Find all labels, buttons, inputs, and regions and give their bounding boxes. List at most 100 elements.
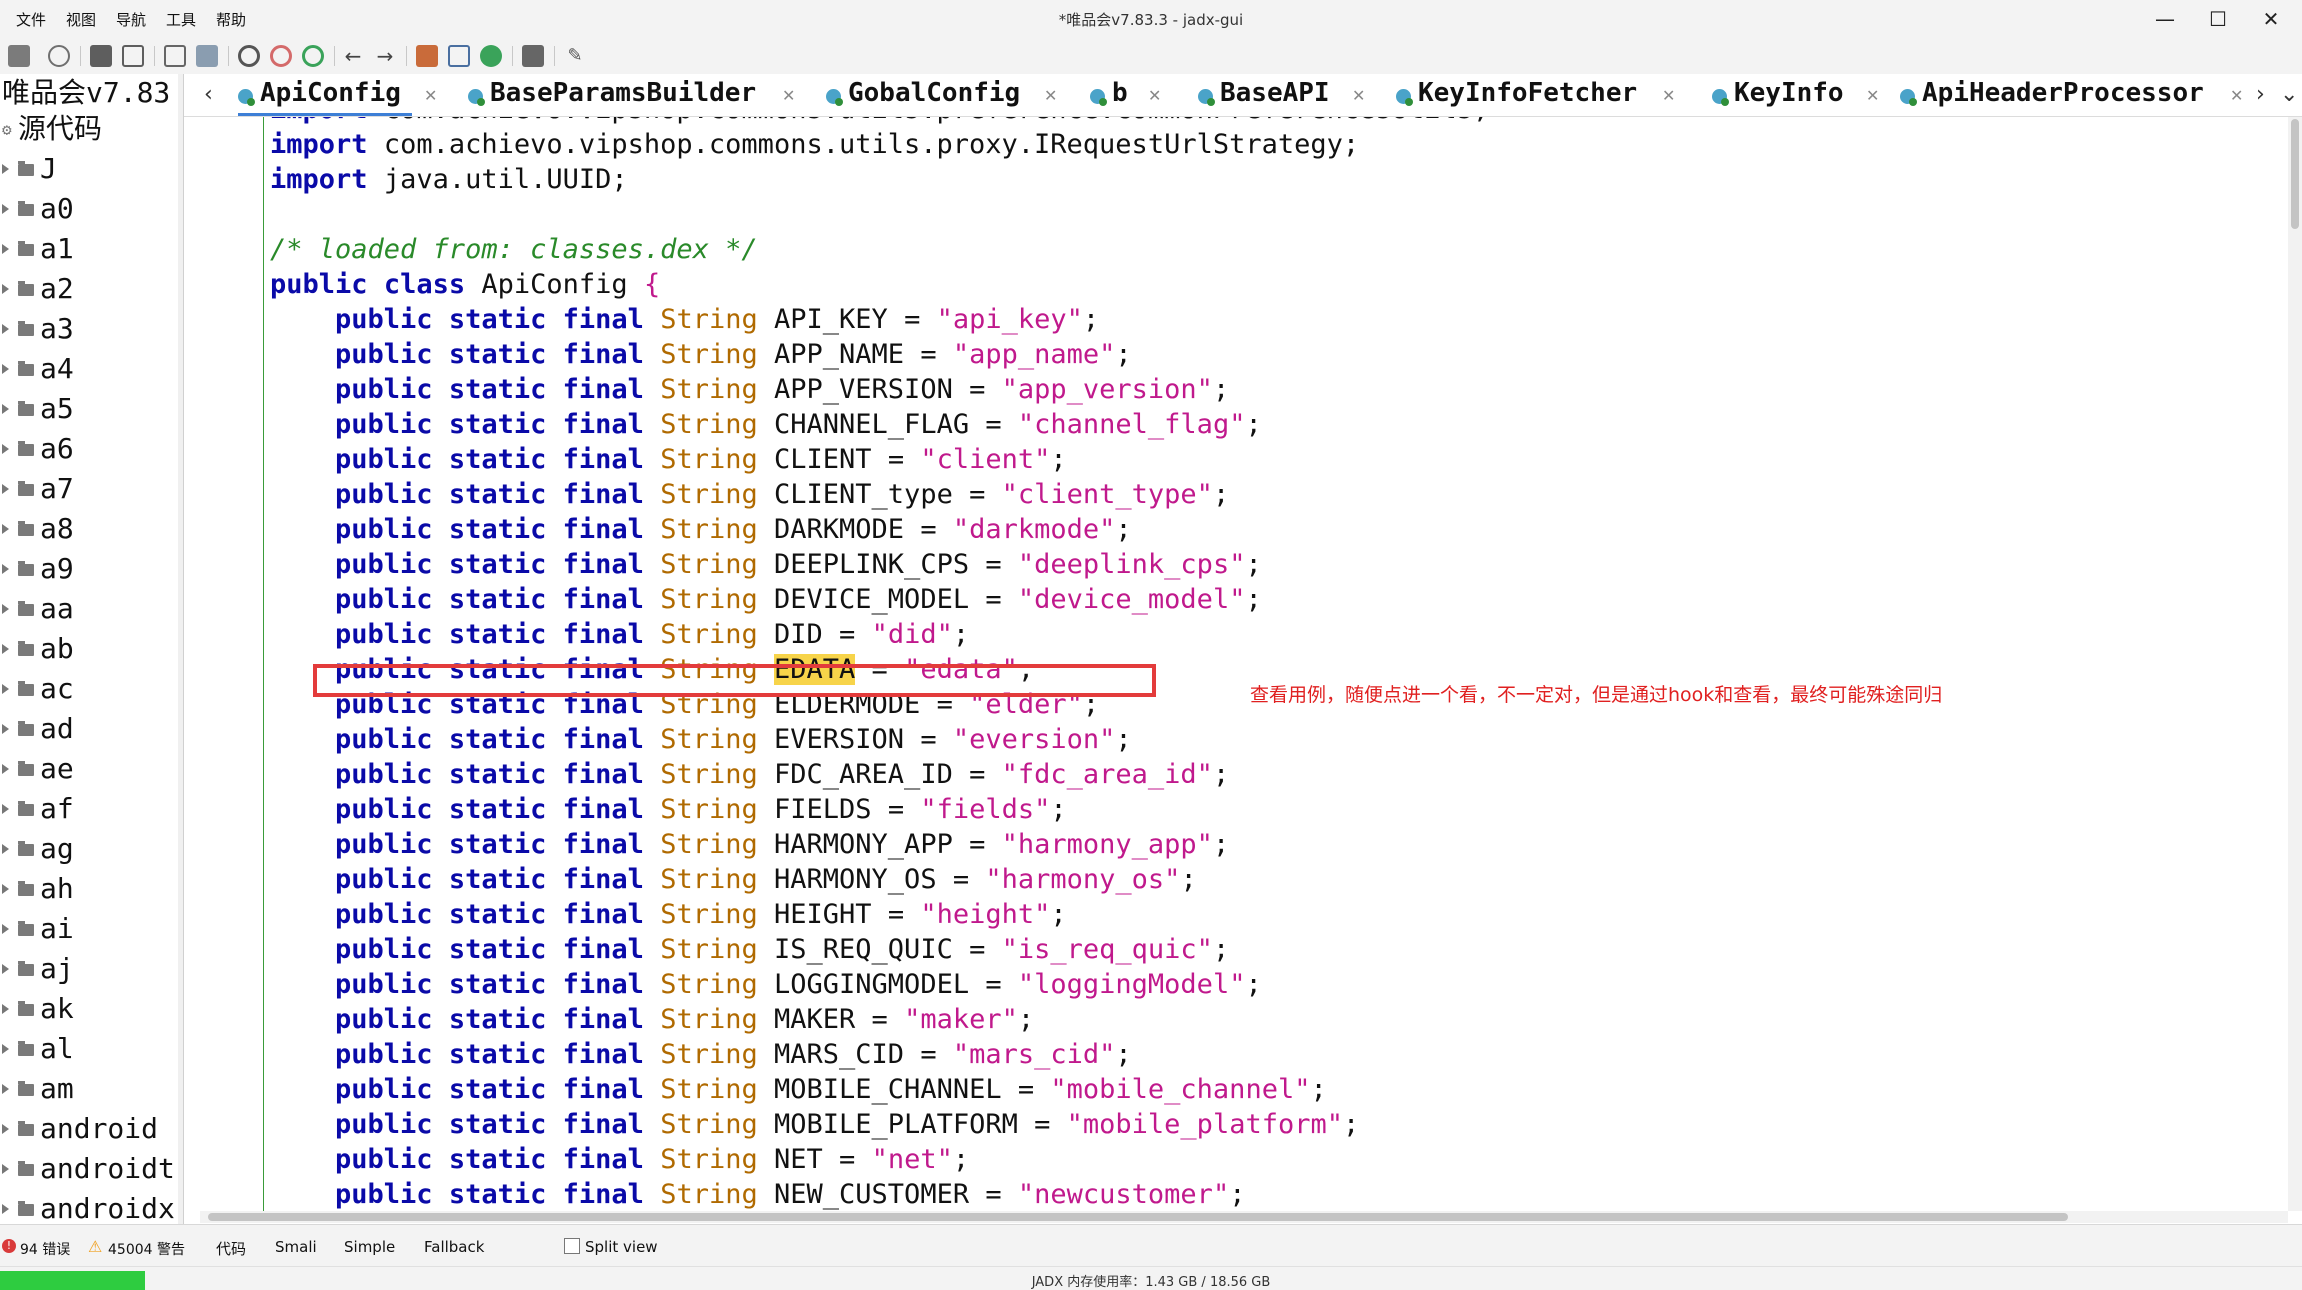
expand-arrow-icon[interactable] [2, 244, 9, 254]
expand-arrow-icon[interactable] [2, 1084, 9, 1094]
tab-baseapi[interactable]: BaseAPI ✕ [1198, 74, 1365, 116]
field-name[interactable]: MOBILE_PLATFORM [774, 1109, 1018, 1140]
expand-arrow-icon[interactable] [2, 1044, 9, 1054]
field-name[interactable]: DEEPLINK_CPS [774, 549, 969, 580]
tab-close-icon[interactable]: ✕ [1866, 86, 1879, 105]
tab-close-icon[interactable]: ✕ [2230, 86, 2243, 105]
quick-tabs-icon[interactable] [448, 45, 470, 67]
tab-b[interactable]: b ✕ [1090, 74, 1161, 116]
field-name[interactable]: CLIENT_type [774, 479, 953, 510]
expand-arrow-icon[interactable] [2, 484, 9, 494]
expand-arrow-icon[interactable] [2, 364, 9, 374]
tab-list-icon[interactable]: ⌄ [2280, 82, 2298, 107]
tab-close-icon[interactable]: ✕ [782, 86, 795, 105]
expand-arrow-icon[interactable] [2, 924, 9, 934]
field-name[interactable]: LOGGINGMODEL [774, 969, 969, 1000]
field-name[interactable]: CHANNEL_FLAG [774, 409, 969, 440]
field-name[interactable]: APP_NAME [774, 339, 904, 370]
expand-arrow-icon[interactable] [2, 844, 9, 854]
field-name[interactable]: NET [774, 1144, 823, 1175]
expand-arrow-icon[interactable] [2, 964, 9, 974]
field-name[interactable]: DEVICE_MODEL [774, 584, 969, 615]
expand-arrow-icon[interactable] [2, 684, 9, 694]
field-name[interactable]: DARKMODE [774, 514, 904, 545]
field-name[interactable]: HARMONY_OS [774, 864, 937, 895]
field-name[interactable]: MARS_CID [774, 1039, 904, 1070]
tree-scrollbar[interactable] [178, 74, 183, 1224]
expand-arrow-icon[interactable] [2, 804, 9, 814]
expand-arrow-icon[interactable] [2, 604, 9, 614]
field-name[interactable]: FDC_AREA_ID [774, 759, 953, 790]
tab-close-icon[interactable]: ✕ [1662, 86, 1675, 105]
expand-arrow-icon[interactable] [2, 644, 9, 654]
expand-arrow-icon[interactable] [2, 1164, 9, 1174]
find-usage-icon[interactable] [302, 45, 324, 67]
tab-apiconfig[interactable]: ApiConfig ✕ [238, 74, 437, 116]
menu-help[interactable]: 帮助 [216, 9, 246, 30]
field-name[interactable]: APP_VERSION [774, 374, 953, 405]
expand-arrow-icon[interactable] [2, 164, 9, 174]
expand-arrow-icon[interactable] [2, 884, 9, 894]
open-file-icon[interactable] [8, 45, 30, 67]
menu-navigate[interactable]: 导航 [116, 9, 146, 30]
sync-tree-icon[interactable] [164, 45, 186, 67]
minimize-button[interactable]: — [2140, 4, 2190, 34]
expand-arrow-icon[interactable] [2, 724, 9, 734]
expand-arrow-icon[interactable] [2, 764, 9, 774]
horizontal-scroll-thumb[interactable] [208, 1213, 2068, 1221]
field-name[interactable]: MAKER [774, 1004, 855, 1035]
tab-close-icon[interactable]: ✕ [1044, 86, 1057, 105]
tab-gobalconfig[interactable]: GobalConfig ✕ [826, 74, 1057, 116]
close-button[interactable]: ✕ [2246, 4, 2296, 34]
field-name[interactable]: FIELDS [774, 794, 872, 825]
expand-arrow-icon[interactable] [2, 444, 9, 454]
tab-scroll-left-icon[interactable]: ‹ [204, 82, 213, 107]
export-icon[interactable] [122, 45, 144, 67]
tab-scroll-right-icon[interactable]: › [2256, 82, 2265, 107]
field-name[interactable]: CLIENT [774, 444, 872, 475]
field-name[interactable]: EVERSION [774, 724, 904, 755]
tab-baseparamsbuilder[interactable]: BaseParamsBuilder ✕ [468, 74, 795, 116]
tab-close-icon[interactable]: ✕ [1148, 86, 1161, 105]
tab-code[interactable]: 代码 [216, 1238, 246, 1259]
field-name[interactable]: API_KEY [774, 304, 888, 335]
tab-smali[interactable]: Smali [275, 1238, 317, 1256]
save-icon[interactable] [90, 45, 112, 67]
search-class-icon[interactable] [270, 45, 292, 67]
back-arrow-icon[interactable]: ← [342, 45, 364, 67]
log-viewer-icon[interactable] [522, 45, 544, 67]
forward-arrow-icon[interactable]: → [374, 45, 396, 67]
error-count[interactable]: 94 错误 [20, 1239, 70, 1259]
expand-arrow-icon[interactable] [2, 284, 9, 294]
expand-arrow-icon[interactable] [2, 204, 9, 214]
refresh-icon[interactable] [48, 45, 70, 67]
field-name[interactable]: HARMONY_APP [774, 829, 953, 860]
search-icon[interactable] [238, 45, 260, 67]
menu-view[interactable]: 视图 [66, 9, 96, 30]
tab-simple[interactable]: Simple [344, 1238, 395, 1256]
field-name[interactable]: HEIGHT [774, 899, 872, 930]
tab-close-icon[interactable]: ✕ [1352, 86, 1365, 105]
editor-vertical-scrollbar[interactable] [2288, 117, 2302, 1211]
expand-arrow-icon[interactable] [2, 1124, 9, 1134]
maximize-button[interactable]: ☐ [2193, 4, 2243, 34]
field-name[interactable]: NEW_CUSTOMER [774, 1179, 969, 1210]
warning-count[interactable]: 45004 警告 [108, 1239, 185, 1259]
tab-apiheaderprocessor[interactable]: ApiHeaderProcessor ✕ [1900, 74, 2243, 116]
menu-tools[interactable]: 工具 [166, 9, 196, 30]
vertical-scroll-thumb[interactable] [2291, 119, 2299, 229]
expand-arrow-icon[interactable] [2, 404, 9, 414]
field-name[interactable]: IS_REQ_QUIC [774, 934, 953, 965]
menu-file[interactable]: 文件 [16, 9, 46, 30]
tab-keyinfofetcher[interactable]: KeyInfoFetcher ✕ [1396, 74, 1675, 116]
tab-fallback[interactable]: Fallback [424, 1238, 484, 1256]
tab-keyinfo[interactable]: KeyInfo ✕ [1712, 74, 1879, 116]
deobfuscation-icon[interactable] [416, 45, 438, 67]
field-name[interactable]: MOBILE_CHANNEL [774, 1074, 1002, 1105]
expand-arrow-icon[interactable] [2, 524, 9, 534]
flatten-packages-icon[interactable] [196, 45, 218, 67]
split-view-checkbox[interactable] [564, 1238, 580, 1254]
editor-horizontal-scrollbar[interactable] [200, 1211, 2288, 1223]
expand-arrow-icon[interactable] [2, 1004, 9, 1014]
preferences-wrench-icon[interactable]: ✎ [564, 45, 586, 67]
